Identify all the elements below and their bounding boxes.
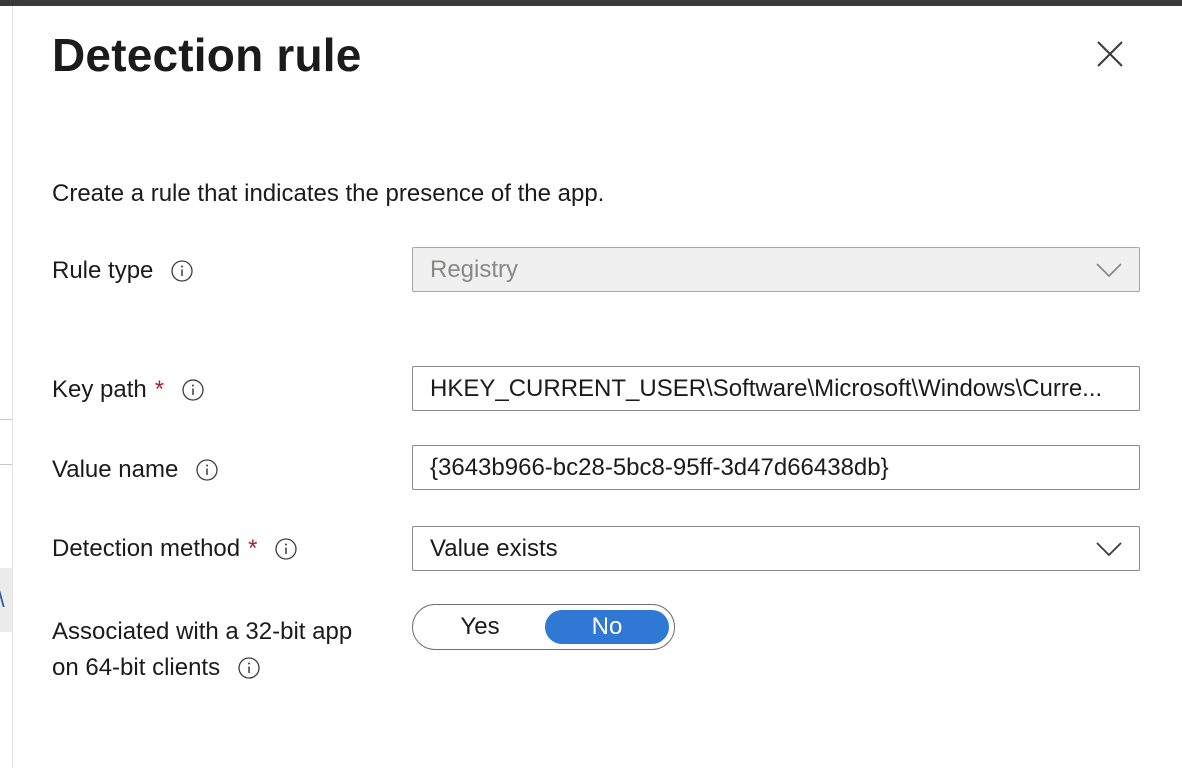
detection-method-dropdown[interactable]: Value exists (412, 526, 1140, 571)
divider (0, 464, 12, 465)
rule-type-label: Rule type (52, 257, 194, 285)
panel-description: Create a rule that indicates the presenc… (52, 180, 605, 207)
associated-32bit-label-line1: Associated with a 32-bit app (52, 618, 353, 645)
required-indicator: * (154, 376, 165, 403)
toggle-option-yes[interactable]: Yes (418, 610, 542, 644)
value-name-label-text: Value name (52, 456, 179, 483)
detection-method-label: Detection method * (52, 535, 298, 563)
chevron-down-icon (1096, 541, 1122, 556)
close-icon (1097, 41, 1123, 67)
rule-type-dropdown[interactable]: Registry (412, 247, 1140, 292)
info-icon[interactable] (275, 538, 298, 560)
panel-title: Detection rule (52, 29, 362, 81)
value-name-value: {3643b966-bc28-5bc8-95ff-3d47d66438db} (430, 453, 889, 481)
key-path-label: Key path * (52, 376, 204, 404)
value-name-label: Value name (52, 456, 218, 484)
detection-method-value: Value exists (430, 534, 558, 562)
key-path-label-text: Key path (52, 376, 147, 403)
rule-type-value: Registry (430, 255, 519, 283)
key-path-input[interactable]: HKEY_CURRENT_USER\Software\Microsoft\Win… (412, 366, 1140, 411)
background-page-edge: \ (0, 6, 13, 768)
associated-32bit-toggle[interactable]: Yes No (412, 604, 675, 650)
background-item: \ (0, 568, 12, 632)
rule-type-label-text: Rule type (52, 257, 154, 284)
associated-32bit-label-line2: on 64-bit clients (52, 654, 221, 681)
toggle-option-no[interactable]: No (545, 610, 669, 644)
associated-32bit-label-line2-row: on 64-bit clients (52, 650, 260, 686)
info-icon[interactable] (238, 657, 260, 679)
close-button[interactable] (1092, 36, 1128, 72)
required-indicator: * (248, 535, 258, 562)
info-icon[interactable] (196, 459, 218, 481)
info-icon[interactable] (182, 379, 204, 401)
chevron-down-icon (1096, 262, 1122, 277)
key-path-value: HKEY_CURRENT_USER\Software\Microsoft\Win… (430, 374, 1103, 402)
associated-32bit-label: Associated with a 32-bit app on 64-bit c… (52, 614, 352, 686)
divider (0, 419, 12, 420)
value-name-input[interactable]: {3643b966-bc28-5bc8-95ff-3d47d66438db} (412, 445, 1140, 490)
info-icon[interactable] (171, 260, 194, 282)
detection-rule-panel: Detection rule Create a rule that indica… (13, 6, 1182, 768)
detection-method-label-text: Detection method (52, 535, 241, 562)
